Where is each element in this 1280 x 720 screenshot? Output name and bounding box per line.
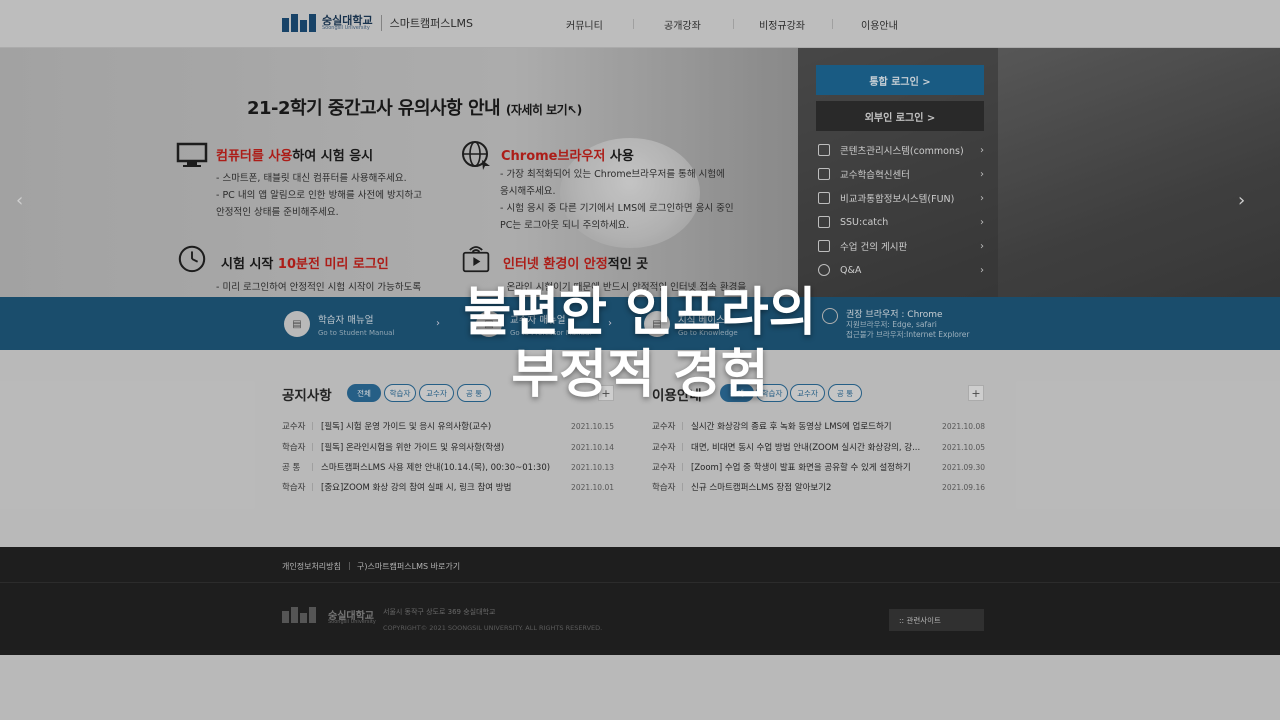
system-link-fun[interactable]: 비교과통합정보시스템(FUN) › [818, 190, 986, 206]
notices-tab-all[interactable]: 전체 [347, 384, 381, 402]
building-icon [818, 168, 830, 180]
notice-row[interactable]: 교수자 [필독] 시험 운영 가이드 및 응시 유의사항(교수) 2021.10.… [282, 419, 614, 433]
cursor-icon: ↖) [567, 103, 582, 117]
nav-divider [633, 19, 634, 29]
nav-open-courses[interactable]: 공개강좌 [664, 17, 701, 32]
footer-logo-english: Soongsil University [328, 619, 376, 625]
nav-community[interactable]: 커뮤니티 [566, 17, 603, 32]
chevron-right-icon: › [980, 192, 984, 204]
globe-icon [462, 141, 490, 170]
system-link-commons[interactable]: 콘텐츠관리시스템(commons) › [818, 142, 986, 158]
notice-row[interactable]: 학습자 [중요]ZOOM 화상 강의 참여 실패 시, 링크 참여 방법 2021… [282, 480, 614, 494]
question-icon [818, 264, 830, 276]
nav-divider [832, 19, 833, 29]
content-system-icon [818, 144, 830, 156]
related-sites-select[interactable]: :: 관련사이트 [889, 609, 984, 631]
chevron-right-icon: › [980, 264, 984, 276]
nav-guide[interactable]: 이용안내 [861, 17, 898, 32]
chevron-right-icon: › [980, 144, 984, 156]
guide-tab-all[interactable]: 전체 [720, 384, 754, 402]
external-login-button[interactable]: 외부인 로그인 > [816, 101, 984, 131]
guide-more-plus-icon[interactable]: + [968, 385, 984, 401]
clock-icon [178, 245, 206, 273]
guide-tab-common[interactable]: 공 통 [828, 384, 862, 402]
clipboard-icon [818, 240, 830, 252]
manual-strip [0, 297, 1280, 350]
carousel-prev-icon[interactable]: ‹ [16, 190, 23, 211]
guide-tab-professor[interactable]: 교수자 [790, 384, 825, 402]
footer-logo-mark-icon [282, 607, 316, 623]
notices-tab-professor[interactable]: 교수자 [419, 384, 454, 402]
nav-non-regular-courses[interactable]: 비정규강좌 [759, 17, 805, 32]
guide-tab-student[interactable]: 학습자 [756, 384, 788, 402]
student-manual-link[interactable]: ▤ 학습자 매뉴얼 Go to Student Manual [284, 311, 394, 337]
footer-address: 서울시 동작구 상도로 369 숭실대학교 [383, 608, 496, 616]
system-link-teaching-center[interactable]: 교수학습혁신센터 › [818, 166, 986, 182]
document-icon [818, 216, 830, 228]
system-link-suggestion-board[interactable]: 수업 건의 게시판 › [818, 238, 986, 254]
notices-tab-student[interactable]: 학습자 [384, 384, 416, 402]
overlay-line-2: 부정적 경험 [511, 345, 769, 405]
system-link-qna[interactable]: Q&A › [818, 262, 986, 278]
footer-copyright: COPYRIGHT© 2021 SOONGSIL UNIVERSITY. ALL… [383, 624, 603, 632]
book-icon: ▤ [644, 311, 670, 337]
chevron-right-icon: › [980, 168, 984, 180]
privacy-policy-link[interactable]: 개인정보처리방침 [282, 561, 341, 572]
wifi-play-icon [462, 246, 490, 273]
carousel-next-icon[interactable]: › [1238, 190, 1245, 211]
old-lms-link[interactable]: 구)스마트캠퍼스LMS 바로가기 [357, 561, 460, 572]
chrome-icon [822, 308, 838, 324]
footer-links-bar [0, 547, 1280, 583]
monitor-icon [176, 142, 208, 167]
notice-more-link[interactable]: (자세히 보기 [506, 103, 568, 117]
book-icon: ▤ [284, 311, 310, 337]
footer-info [0, 583, 1280, 655]
chevron-right-icon: › [436, 318, 440, 329]
notice-row[interactable]: 학습자 [필독] 온라인시험을 위한 가이드 및 유의사항(학생) 2021.10… [282, 440, 614, 454]
notices-title: 공지사항 [282, 388, 332, 404]
chart-icon [818, 192, 830, 204]
guide-title: 이용안내 [652, 388, 702, 404]
exam-notice-title[interactable]: 21-2학기 중간고사 유의사항 안내 (자세히 보기↖) [247, 94, 582, 120]
nav-divider [733, 19, 734, 29]
guide-row[interactable]: 교수자 [Zoom] 수업 중 학생이 발표 화면을 공유할 수 있게 설정하기… [652, 460, 985, 474]
notices-more-plus-icon[interactable]: + [598, 385, 614, 401]
notice-row[interactable]: 공 통 스마트캠퍼스LMS 사용 제한 안내(10.14.(목), 00:30~… [282, 460, 614, 474]
main-nav: 커뮤니티 공개강좌 비정규강좌 이용안내 [0, 17, 1280, 32]
integrated-login-button[interactable]: 통합 로그인 > [816, 65, 984, 95]
chevron-right-icon: › [608, 318, 612, 329]
notices-tab-common[interactable]: 공 통 [457, 384, 491, 402]
guide-row[interactable]: 교수자 대면, 비대면 동시 수업 방법 안내(ZOOM 실시간 화상강의, 강… [652, 440, 985, 454]
chevron-right-icon: › [980, 216, 984, 228]
professor-manual-link[interactable]: ▤ 교수자 매뉴얼 Go to Professor Manual [476, 311, 591, 337]
guide-row[interactable]: 교수자 실시간 화상강의 종료 후 녹화 동영상 LMS에 업로드하기 2021.… [652, 419, 985, 433]
guide-row[interactable]: 학습자 신규 스마트캠퍼스LMS 장점 알아보기2 2021.09.16 [652, 480, 985, 494]
recommended-browser-info: 권장 브라우저 : Chrome 지원브라우저: Edge, safari 접근… [822, 307, 970, 340]
system-link-ssucatch[interactable]: SSU:catch › [818, 214, 986, 230]
top-header: 숭실대학교 Soongsil University 스마트캠퍼스LMS 커뮤니티… [0, 0, 1280, 48]
book-icon: ▤ [476, 311, 502, 337]
knowledge-base-link[interactable]: ▤ 지식 베이스 Go to Knowledge [644, 311, 738, 337]
footer-divider: | [348, 561, 351, 570]
chevron-right-icon: › [980, 240, 984, 252]
